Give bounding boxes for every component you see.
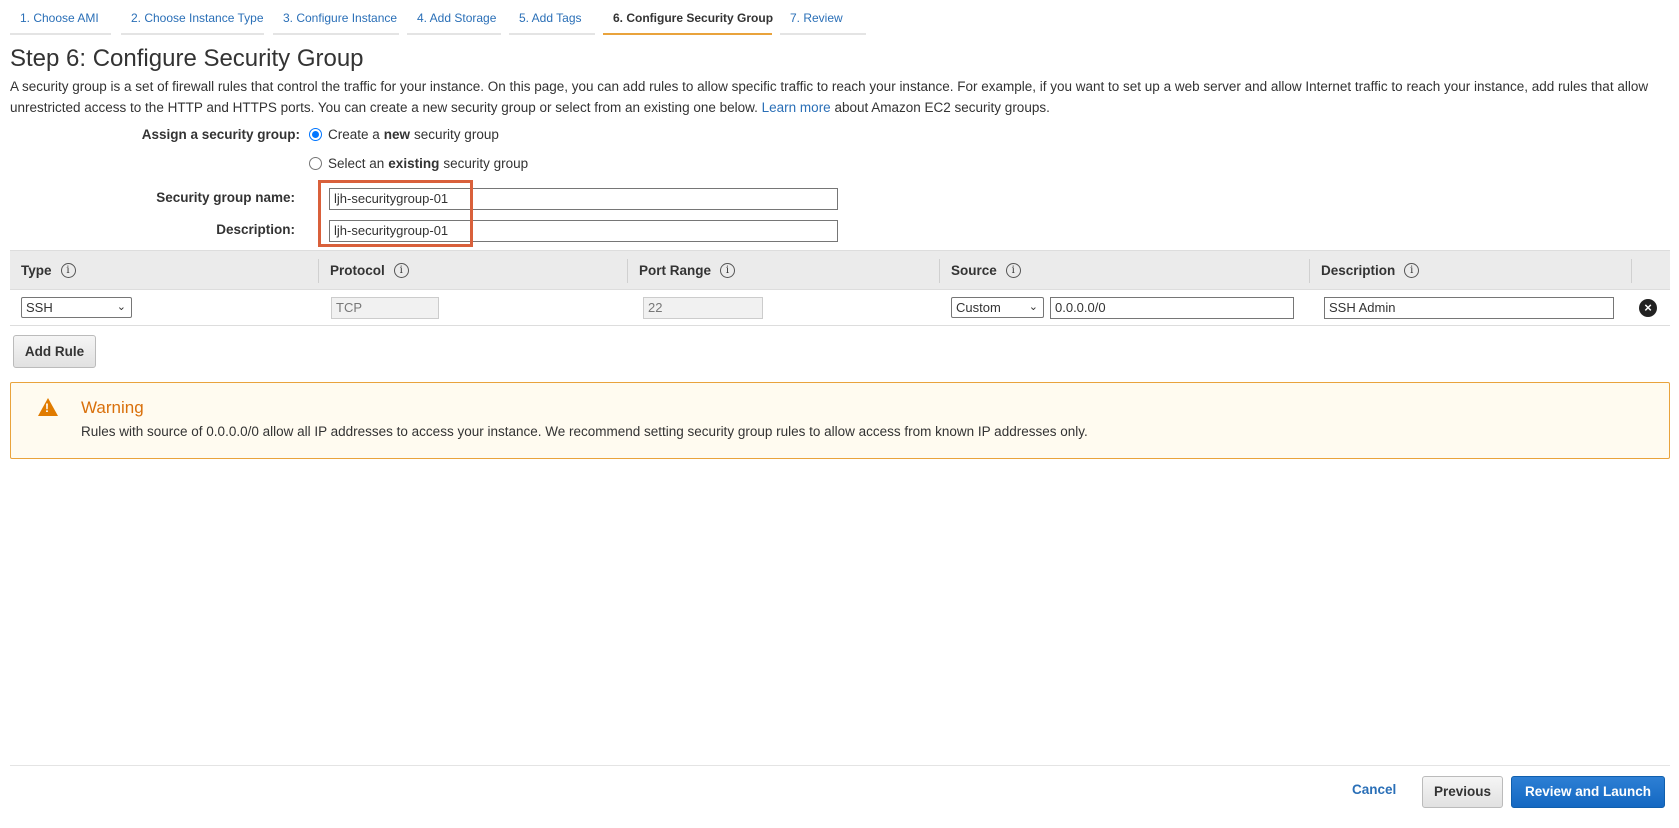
radio-unselected-icon[interactable] bbox=[309, 157, 322, 170]
column-header-type: Type i bbox=[21, 251, 76, 289]
highlight-annotation-box bbox=[318, 180, 473, 247]
wizard-step-choose-instance-type[interactable]: 2. Choose Instance Type bbox=[121, 10, 264, 35]
assign-security-group-label: Assign a security group: bbox=[141, 127, 300, 142]
info-icon[interactable]: i bbox=[1005, 262, 1021, 278]
chevron-down-icon: ⌄ bbox=[116, 301, 126, 313]
wizard-step-add-storage[interactable]: 4. Add Storage bbox=[407, 10, 501, 35]
info-icon[interactable]: i bbox=[393, 262, 409, 278]
description-label: Description: bbox=[216, 222, 295, 237]
info-icon[interactable]: i bbox=[60, 262, 76, 278]
warning-title: Warning bbox=[81, 398, 144, 417]
column-divider bbox=[939, 259, 940, 283]
column-divider bbox=[627, 259, 628, 283]
rule-source-cidr-input[interactable]: 0.0.0.0/0 bbox=[1050, 297, 1294, 319]
column-header-protocol: Protocol i bbox=[330, 251, 409, 289]
column-header-port-range: Port Range i bbox=[639, 251, 736, 289]
radio-existing-text-post: security group bbox=[443, 156, 529, 171]
rules-table-header: Type i Protocol i Port Range i Source i … bbox=[10, 250, 1670, 290]
radio-selected-icon[interactable] bbox=[309, 128, 322, 141]
radio-new-text-pre: Create a bbox=[328, 127, 380, 142]
info-icon[interactable]: i bbox=[720, 262, 736, 278]
page-title: Step 6: Configure Security Group bbox=[10, 45, 364, 72]
page-intro: A security group is a set of firewall ru… bbox=[10, 76, 1665, 118]
rule-port-range-field: 22 bbox=[643, 297, 763, 319]
column-header-protocol-label: Protocol bbox=[330, 262, 385, 278]
info-icon[interactable]: i bbox=[1404, 262, 1420, 278]
wizard-step-configure-security-group[interactable]: 6. Configure Security Group bbox=[603, 10, 773, 35]
radio-existing-text-bold: existing bbox=[388, 156, 440, 171]
wizard-step-configure-instance[interactable]: 3. Configure Instance bbox=[273, 10, 399, 35]
wizard-step-review[interactable]: 7. Review bbox=[780, 10, 866, 35]
warning-text: Rules with source of 0.0.0.0/0 allow all… bbox=[81, 424, 1088, 439]
add-rule-button[interactable]: Add Rule bbox=[13, 335, 96, 368]
radio-create-new-group[interactable]: Create a new security group bbox=[309, 127, 499, 142]
column-header-description: Description i bbox=[1321, 251, 1420, 289]
column-header-port-range-label: Port Range bbox=[639, 262, 712, 278]
previous-button[interactable]: Previous bbox=[1422, 776, 1503, 808]
table-row: SSH ⌄ TCP 22 Custom ⌄ 0.0.0.0/0 SSH Admi… bbox=[10, 290, 1670, 326]
security-group-name-label: Security group name: bbox=[156, 190, 295, 205]
column-header-source: Source i bbox=[951, 251, 1021, 289]
column-divider bbox=[318, 259, 319, 283]
rule-source-select[interactable]: Custom ⌄ bbox=[951, 297, 1044, 318]
review-and-launch-button[interactable]: Review and Launch bbox=[1511, 776, 1665, 808]
warning-alert: ! Warning Rules with source of 0.0.0.0/0… bbox=[10, 382, 1670, 459]
learn-more-link[interactable]: Learn more bbox=[762, 100, 831, 115]
intro-tail: about Amazon EC2 security groups. bbox=[834, 100, 1050, 115]
column-header-source-label: Source bbox=[951, 262, 997, 278]
wizard-step-choose-ami[interactable]: 1. Choose AMI bbox=[10, 10, 111, 35]
column-divider bbox=[1631, 259, 1632, 283]
chevron-down-icon: ⌄ bbox=[1028, 301, 1038, 313]
rule-type-select[interactable]: SSH ⌄ bbox=[21, 297, 132, 318]
column-divider bbox=[1309, 259, 1310, 283]
radio-existing-text-pre: Select an bbox=[328, 156, 385, 171]
rule-description-input[interactable]: SSH Admin bbox=[1324, 297, 1614, 319]
radio-new-text-bold: new bbox=[383, 127, 411, 142]
rule-source-mode-value: Custom bbox=[956, 300, 1001, 315]
warning-triangle-icon: ! bbox=[38, 398, 58, 416]
rule-type-value: SSH bbox=[26, 300, 53, 315]
column-header-type-label: Type bbox=[21, 262, 52, 278]
column-header-description-label: Description bbox=[1321, 262, 1396, 278]
radio-select-existing-group[interactable]: Select an existing security group bbox=[309, 156, 528, 171]
rule-protocol-field: TCP bbox=[331, 297, 439, 319]
radio-new-text-post: security group bbox=[414, 127, 499, 142]
cancel-button[interactable]: Cancel bbox=[1352, 782, 1396, 797]
remove-circle-icon[interactable]: × bbox=[1639, 299, 1657, 317]
wizard-step-add-tags[interactable]: 5. Add Tags bbox=[509, 10, 595, 35]
footer-divider bbox=[10, 765, 1670, 766]
